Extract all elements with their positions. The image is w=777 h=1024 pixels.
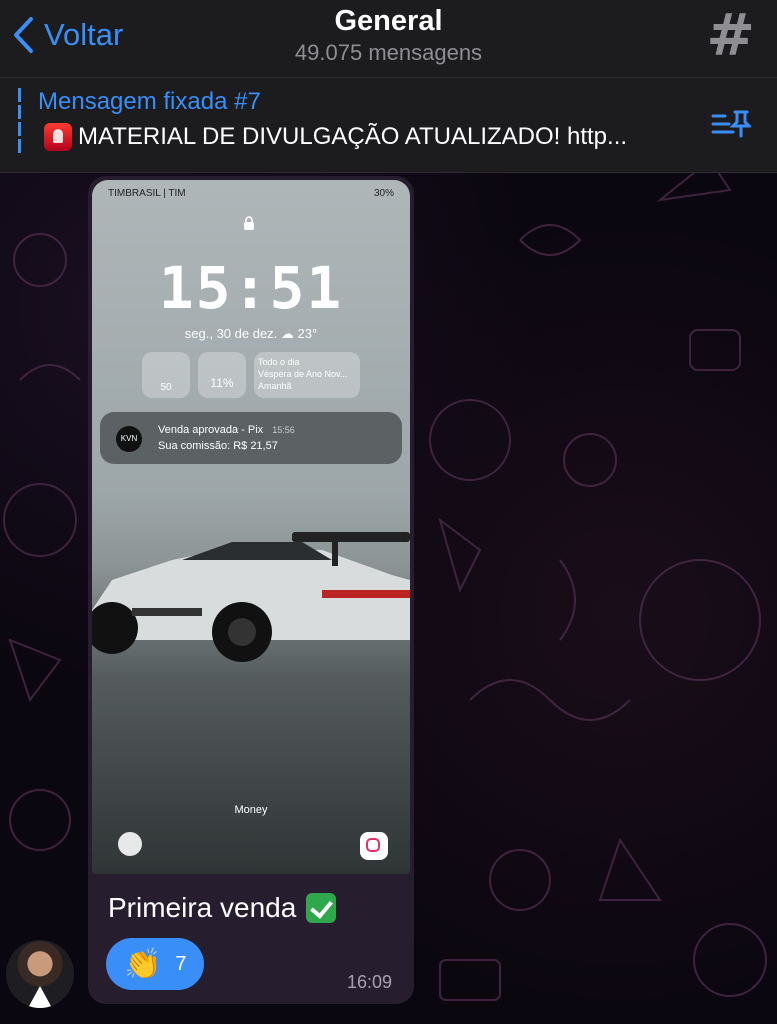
battery-label: 30% (373, 188, 394, 199)
pinned-indicator (18, 88, 21, 162)
sender-avatar[interactable] (6, 940, 74, 1008)
siren-icon (44, 123, 72, 151)
reaction-chip[interactable]: 👏 7 (106, 938, 204, 990)
calendar-widget: Todo o dia Véspera de Ano Nov... Amanhã (254, 352, 360, 398)
pinned-text: MATERIAL DE DIVULGAÇÃO ATUALIZADO! http.… (78, 123, 628, 150)
sports-car-image (92, 532, 410, 662)
clap-icon: 👏 (124, 946, 162, 982)
notification-time: 15:56 (272, 425, 295, 435)
steps-widget: 50 (142, 352, 190, 398)
message-caption: Primeira venda (108, 892, 337, 924)
chat-title-area[interactable]: General 49.075 mensagens (0, 4, 777, 68)
message-time: 16:09 (346, 972, 392, 992)
calendar-line: Véspera de Ano Nov... (258, 369, 348, 379)
notification-body: Sua comissão: R$ 21,57 (158, 440, 278, 452)
hash-icon[interactable]: # (706, 6, 755, 64)
reaction-count: 7 (175, 952, 187, 975)
notification-title: Venda aprovada - Pix 15:56 (158, 424, 295, 436)
phone-icon (118, 832, 142, 856)
calendar-line: Todo o dia (258, 357, 300, 367)
message-bubble[interactable]: TIMBRASIL | TIM 30% 15:51 seg., 30 de de… (88, 176, 414, 1004)
pin-list-icon[interactable] (711, 108, 751, 140)
lockscreen-date: seg., 30 de dez. ☁ 23° (92, 326, 410, 342)
calendar-line: Amanhã (258, 381, 292, 391)
message-photo[interactable]: TIMBRASIL | TIM 30% 15:51 seg., 30 de de… (92, 180, 410, 874)
carrier-label: TIMBRASIL | TIM (108, 188, 186, 199)
money-label: Money (234, 804, 268, 816)
date-text: seg., 30 de dez. (184, 326, 278, 341)
battery-widget: 11% (198, 352, 246, 398)
chat-header: Voltar General 49.075 mensagens # (0, 0, 777, 78)
lockscreen-clock: 15:51 (158, 254, 344, 322)
cloud-icon: ☁ (280, 326, 294, 341)
pinned-message-bar[interactable]: Mensagem fixada #7 MATERIAL DE DIVULGAÇÃ… (0, 78, 777, 173)
pinned-text-row: MATERIAL DE DIVULGAÇÃO ATUALIZADO! http.… (44, 123, 714, 151)
lock-icon (244, 216, 254, 230)
check-icon (306, 893, 337, 923)
phone-status-bar: TIMBRASIL | TIM 30% (108, 188, 394, 199)
temperature: 23° (297, 326, 318, 341)
kvn-logo: KVN (116, 426, 142, 452)
payment-notification: KVN Venda aprovada - Pix 15:56 Sua comis… (100, 412, 402, 464)
notification-title-text: Venda aprovada - Pix (158, 424, 264, 436)
caption-text: Primeira venda (108, 892, 297, 923)
chat-title: General (334, 5, 443, 37)
camera-icon (360, 832, 388, 860)
pinned-title: Mensagem fixada #7 (38, 88, 261, 115)
message-count: 49.075 mensagens (294, 40, 483, 65)
lockscreen-widgets: 50 11% Todo o dia Véspera de Ano Nov... … (142, 352, 360, 398)
